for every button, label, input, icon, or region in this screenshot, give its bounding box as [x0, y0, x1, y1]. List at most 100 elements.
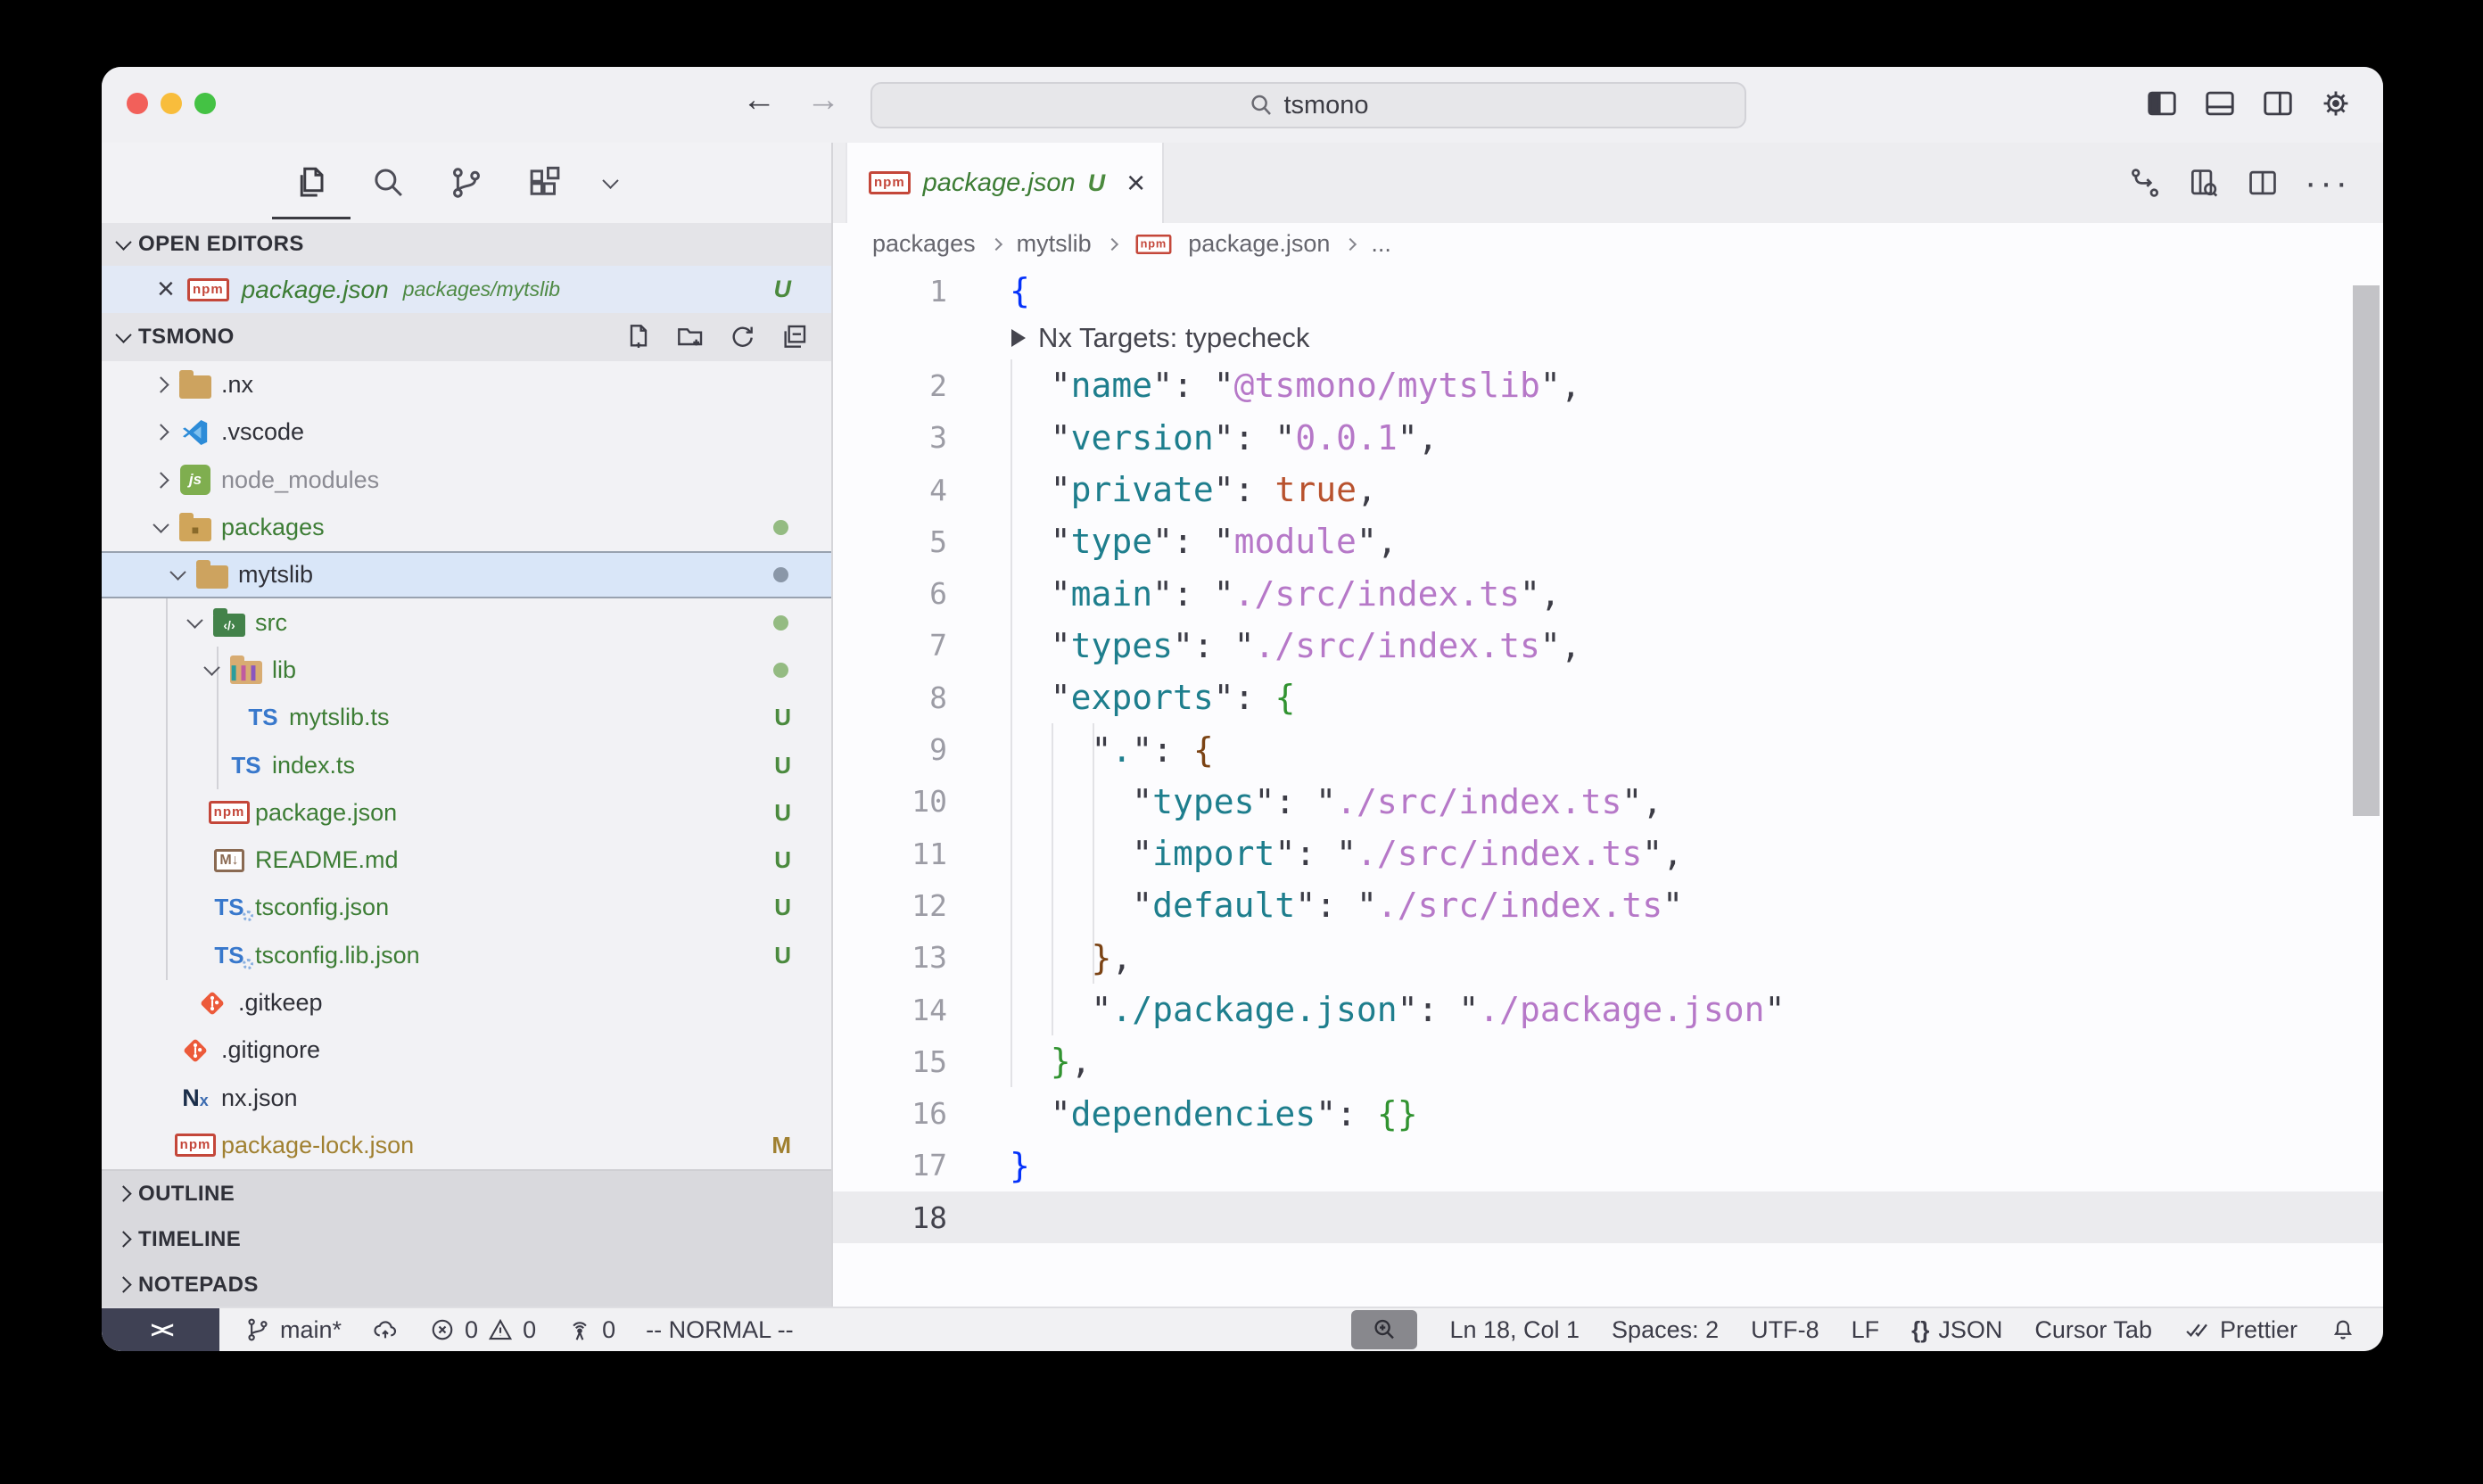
open-editor-item[interactable]: ×npmpackage.jsonpackages/mytslibU: [102, 266, 831, 313]
git-branch-item[interactable]: main*: [244, 1316, 342, 1344]
code-line-16[interactable]: 16 "dependencies": {}: [833, 1087, 2383, 1139]
sidebar-bottom-sections: OUTLINE TIMELINE NOTEPADS: [102, 1169, 831, 1307]
git-icon: [180, 1035, 210, 1066]
search-view-icon[interactable]: [369, 164, 407, 202]
collapse-all-icon[interactable]: [780, 323, 808, 351]
chevron-down-icon: [178, 617, 210, 629]
timeline-section-header[interactable]: TIMELINE: [102, 1216, 831, 1262]
command-center-search[interactable]: tsmono: [870, 82, 1746, 128]
open-preview-icon[interactable]: [2187, 166, 2221, 200]
publish-cloud-icon[interactable]: [372, 1316, 399, 1343]
tree-item-mytslib-ts[interactable]: TSmytslib.tsU: [102, 694, 831, 741]
code-line-10[interactable]: 10 "types": "./src/index.ts",: [833, 776, 2383, 828]
tree-item-nx-json[interactable]: Nxnx.json: [102, 1074, 831, 1121]
code-line-15[interactable]: 15 },: [833, 1035, 2383, 1087]
tree-item-tsconfig-lib-json[interactable]: TStsconfig.lib.jsonU: [102, 932, 831, 979]
new-file-icon[interactable]: [624, 323, 653, 351]
forward-arrow-icon[interactable]: →: [806, 81, 840, 120]
tree-item-label: .nx: [221, 371, 253, 399]
code-line-8[interactable]: 8 "exports": {: [833, 672, 2383, 723]
code-editor[interactable]: 1{Nx Targets: typecheck2 "name": "@tsmon…: [833, 265, 2383, 1307]
code-line-4[interactable]: 4 "private": true,: [833, 464, 2383, 515]
problems-item[interactable]: 0 0: [429, 1316, 536, 1344]
editor-scrollbar[interactable]: [2353, 285, 2380, 816]
toggle-secondary-sidebar-icon[interactable]: [2261, 87, 2295, 120]
tree-item-label: index.ts: [272, 752, 355, 779]
more-actions-icon[interactable]: ···: [2305, 163, 2351, 203]
tab-git-status-badge: U: [1088, 169, 1106, 197]
tree-item--vscode[interactable]: .vscode: [102, 408, 831, 456]
remote-indicator[interactable]: ><: [102, 1308, 219, 1351]
close-tab-icon[interactable]: ×: [1126, 164, 1145, 202]
encoding-item[interactable]: UTF-8: [1751, 1316, 1819, 1344]
more-views-chevron-icon[interactable]: [602, 172, 618, 188]
explorer-icon[interactable]: [291, 164, 328, 202]
toggle-panel-icon[interactable]: [2203, 87, 2237, 120]
notifications-bell-icon[interactable]: [2330, 1316, 2356, 1343]
tree-item-label: src: [255, 609, 287, 637]
tree-item-mytslib[interactable]: mytslib: [102, 551, 831, 598]
cursor-position-item[interactable]: Ln 18, Col 1: [1449, 1316, 1580, 1344]
code-line-2[interactable]: 2 "name": "@tsmono/mytslib",: [833, 359, 2383, 411]
minimize-window-button[interactable]: [161, 93, 182, 114]
code-line-7[interactable]: 7 "types": "./src/index.ts",: [833, 620, 2383, 672]
code-line-18[interactable]: 18: [833, 1191, 2383, 1243]
outline-section-header[interactable]: OUTLINE: [102, 1171, 831, 1216]
tree-item-package-lock-json[interactable]: npmpackage-lock.jsonM: [102, 1122, 831, 1169]
formatter-item[interactable]: Prettier: [2184, 1316, 2297, 1344]
tree-item--gitignore[interactable]: .gitignore: [102, 1026, 831, 1074]
notepads-section-header[interactable]: NOTEPADS: [102, 1262, 831, 1307]
code-line-1[interactable]: 1{: [833, 265, 2383, 317]
eol-item[interactable]: LF: [1852, 1316, 1880, 1344]
settings-gear-icon[interactable]: [2319, 87, 2353, 120]
cursor-tab-item[interactable]: Cursor Tab: [2034, 1316, 2152, 1344]
tab-package-json[interactable]: npm package.json U ×: [846, 143, 1164, 223]
explorer-section-header[interactable]: TSMONO: [102, 313, 831, 361]
code-line-17[interactable]: 17}: [833, 1140, 2383, 1191]
close-editor-icon[interactable]: ×: [157, 272, 187, 307]
maximize-window-button[interactable]: [194, 93, 216, 114]
code-line-14[interactable]: 14 "./package.json": "./package.json": [833, 984, 2383, 1035]
breadcrumb-package-json[interactable]: package.json: [1188, 230, 1330, 258]
chevron-right-icon: [115, 1185, 131, 1201]
close-window-button[interactable]: [127, 93, 148, 114]
tree-item-readme-md[interactable]: M↓README.mdU: [102, 837, 831, 884]
extensions-icon[interactable]: [526, 164, 564, 202]
indentation-item[interactable]: Spaces: 2: [1612, 1316, 1719, 1344]
open-editor-filename: package.json: [242, 276, 389, 304]
tree-item--nx[interactable]: .nx: [102, 361, 831, 408]
language-mode-item[interactable]: {} JSON: [1911, 1316, 2002, 1344]
codelens-nx-targets[interactable]: Nx Targets: typecheck: [833, 317, 2383, 359]
code-line-12[interactable]: 12 "default": "./src/index.ts": [833, 879, 2383, 931]
chevron-down-icon: [115, 326, 131, 342]
screencast-zoom-badge[interactable]: [1351, 1310, 1417, 1349]
toggle-primary-sidebar-icon[interactable]: [2145, 87, 2179, 120]
code-line-6[interactable]: 6 "main": "./src/index.ts",: [833, 567, 2383, 619]
tree-item-package-json[interactable]: npmpackage.jsonU: [102, 789, 831, 837]
back-arrow-icon[interactable]: ←: [742, 81, 776, 120]
tree-item-tsconfig-json[interactable]: TStsconfig.jsonU: [102, 884, 831, 931]
tree-item-lib[interactable]: ▌▌▌lib: [102, 647, 831, 694]
chevron-down-icon: [195, 664, 227, 676]
tree-item-packages[interactable]: ■packages: [102, 504, 831, 551]
tree-item--gitkeep[interactable]: .gitkeep: [102, 979, 831, 1026]
tree-item-node-modules[interactable]: jsnode_modules: [102, 457, 831, 504]
breadcrumb-packages[interactable]: packages: [872, 230, 976, 258]
tree-item-src[interactable]: ‹/›src: [102, 598, 831, 646]
code-line-9[interactable]: 9 ".": {: [833, 723, 2383, 775]
tree-item-index-ts[interactable]: TSindex.tsU: [102, 741, 831, 788]
tree-item-label: README.md: [255, 846, 399, 874]
ports-item[interactable]: 0: [566, 1316, 615, 1344]
breadcrumb-symbol[interactable]: ...: [1371, 230, 1391, 258]
code-line-13[interactable]: 13 },: [833, 932, 2383, 984]
refresh-icon[interactable]: [728, 323, 756, 351]
code-line-3[interactable]: 3 "version": "0.0.1",: [833, 412, 2383, 464]
code-line-5[interactable]: 5 "type": "module",: [833, 515, 2383, 567]
open-changes-icon[interactable]: [2128, 166, 2162, 200]
new-folder-icon[interactable]: [676, 323, 705, 351]
source-control-icon[interactable]: [448, 164, 485, 202]
code-line-11[interactable]: 11 "import": "./src/index.ts",: [833, 828, 2383, 879]
breadcrumb-mytslib[interactable]: mytslib: [1017, 230, 1092, 258]
split-editor-icon[interactable]: [2246, 166, 2280, 200]
open-editors-header[interactable]: OPEN EDITORS: [102, 223, 831, 266]
